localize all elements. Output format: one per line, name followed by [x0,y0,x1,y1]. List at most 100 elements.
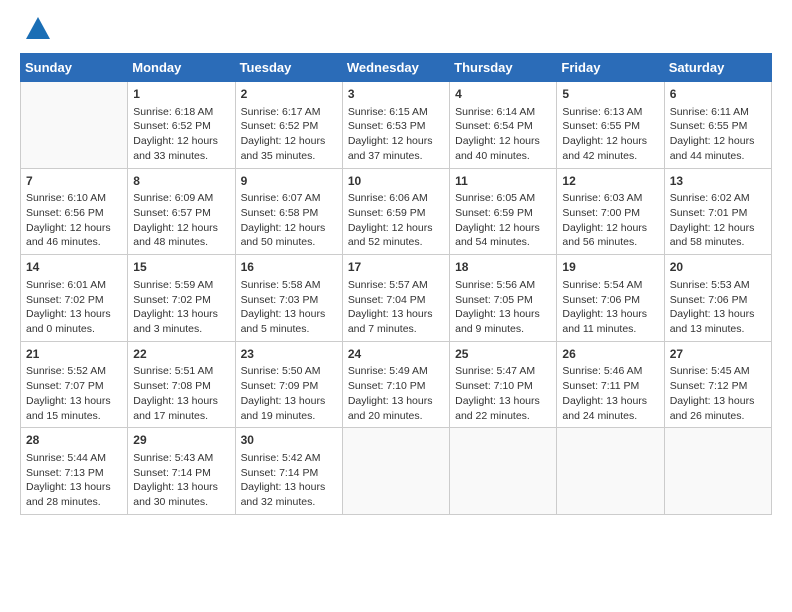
day-info: Sunset: 6:55 PM [562,119,658,134]
day-info: Daylight: 13 hours [562,394,658,409]
calendar-week-row: 21Sunrise: 5:52 AMSunset: 7:07 PMDayligh… [21,341,772,428]
day-info: Sunrise: 6:03 AM [562,191,658,206]
calendar-cell: 25Sunrise: 5:47 AMSunset: 7:10 PMDayligh… [450,341,557,428]
calendar-cell: 8Sunrise: 6:09 AMSunset: 6:57 PMDaylight… [128,168,235,255]
calendar-cell: 22Sunrise: 5:51 AMSunset: 7:08 PMDayligh… [128,341,235,428]
calendar-cell: 16Sunrise: 5:58 AMSunset: 7:03 PMDayligh… [235,255,342,342]
day-info: Daylight: 13 hours [133,480,229,495]
day-info: and 3 minutes. [133,322,229,337]
day-info: Sunrise: 5:42 AM [241,451,337,466]
day-info: Sunrise: 5:44 AM [26,451,122,466]
day-info: Sunrise: 6:07 AM [241,191,337,206]
day-info: Sunrise: 5:56 AM [455,278,551,293]
day-number: 9 [241,173,337,190]
weekday-header-row: SundayMondayTuesdayWednesdayThursdayFrid… [21,54,772,82]
day-info: and 42 minutes. [562,149,658,164]
day-number: 15 [133,259,229,276]
day-number: 1 [133,86,229,103]
day-info: Daylight: 13 hours [455,307,551,322]
day-info: and 28 minutes. [26,495,122,510]
day-info: and 35 minutes. [241,149,337,164]
day-info: Sunset: 7:08 PM [133,379,229,394]
calendar-cell [342,428,449,515]
day-info: and 19 minutes. [241,409,337,424]
day-info: Sunrise: 5:52 AM [26,364,122,379]
day-info: and 48 minutes. [133,235,229,250]
day-number: 28 [26,432,122,449]
day-info: and 7 minutes. [348,322,444,337]
weekday-header: Tuesday [235,54,342,82]
calendar-cell: 19Sunrise: 5:54 AMSunset: 7:06 PMDayligh… [557,255,664,342]
day-number: 16 [241,259,337,276]
day-info: Daylight: 12 hours [562,221,658,236]
day-info: Daylight: 13 hours [241,394,337,409]
day-number: 21 [26,346,122,363]
weekday-header: Wednesday [342,54,449,82]
day-number: 23 [241,346,337,363]
day-info: Daylight: 13 hours [26,480,122,495]
logo-icon [24,15,52,43]
calendar-cell: 7Sunrise: 6:10 AMSunset: 6:56 PMDaylight… [21,168,128,255]
day-number: 24 [348,346,444,363]
calendar-cell [21,82,128,169]
calendar-week-row: 14Sunrise: 6:01 AMSunset: 7:02 PMDayligh… [21,255,772,342]
day-info: Daylight: 13 hours [133,307,229,322]
day-info: and 32 minutes. [241,495,337,510]
day-info: Daylight: 12 hours [241,134,337,149]
day-number: 27 [670,346,766,363]
calendar-table: SundayMondayTuesdayWednesdayThursdayFrid… [20,53,772,515]
day-info: Sunrise: 6:10 AM [26,191,122,206]
day-info: Sunrise: 5:53 AM [670,278,766,293]
day-info: Sunset: 7:14 PM [241,466,337,481]
day-info: Daylight: 13 hours [670,307,766,322]
calendar-cell: 11Sunrise: 6:05 AMSunset: 6:59 PMDayligh… [450,168,557,255]
day-info: Sunset: 7:10 PM [455,379,551,394]
day-info: Daylight: 13 hours [26,307,122,322]
day-info: and 40 minutes. [455,149,551,164]
day-number: 26 [562,346,658,363]
day-info: and 5 minutes. [241,322,337,337]
day-info: and 20 minutes. [348,409,444,424]
day-info: Sunset: 7:01 PM [670,206,766,221]
day-info: Daylight: 13 hours [26,394,122,409]
calendar-cell: 3Sunrise: 6:15 AMSunset: 6:53 PMDaylight… [342,82,449,169]
calendar-cell: 4Sunrise: 6:14 AMSunset: 6:54 PMDaylight… [450,82,557,169]
calendar-cell [450,428,557,515]
calendar-cell: 15Sunrise: 5:59 AMSunset: 7:02 PMDayligh… [128,255,235,342]
day-info: Sunrise: 5:47 AM [455,364,551,379]
day-info: and 44 minutes. [670,149,766,164]
day-info: and 24 minutes. [562,409,658,424]
day-number: 17 [348,259,444,276]
day-number: 30 [241,432,337,449]
calendar-cell: 2Sunrise: 6:17 AMSunset: 6:52 PMDaylight… [235,82,342,169]
day-info: Daylight: 12 hours [455,221,551,236]
calendar-cell [557,428,664,515]
calendar-cell: 23Sunrise: 5:50 AMSunset: 7:09 PMDayligh… [235,341,342,428]
day-info: Sunrise: 5:45 AM [670,364,766,379]
calendar-cell: 13Sunrise: 6:02 AMSunset: 7:01 PMDayligh… [664,168,771,255]
day-number: 13 [670,173,766,190]
weekday-header: Thursday [450,54,557,82]
day-info: Daylight: 12 hours [670,134,766,149]
day-info: and 9 minutes. [455,322,551,337]
day-info: Daylight: 12 hours [26,221,122,236]
day-info: Sunrise: 6:06 AM [348,191,444,206]
day-number: 10 [348,173,444,190]
day-info: Daylight: 12 hours [562,134,658,149]
calendar-cell: 30Sunrise: 5:42 AMSunset: 7:14 PMDayligh… [235,428,342,515]
day-info: and 33 minutes. [133,149,229,164]
day-info: Sunset: 6:53 PM [348,119,444,134]
day-info: Sunrise: 6:17 AM [241,105,337,120]
day-number: 11 [455,173,551,190]
day-info: Sunset: 7:00 PM [562,206,658,221]
calendar-cell: 9Sunrise: 6:07 AMSunset: 6:58 PMDaylight… [235,168,342,255]
calendar-cell: 17Sunrise: 5:57 AMSunset: 7:04 PMDayligh… [342,255,449,342]
day-info: Sunset: 7:06 PM [562,293,658,308]
calendar-cell: 10Sunrise: 6:06 AMSunset: 6:59 PMDayligh… [342,168,449,255]
day-info: and 54 minutes. [455,235,551,250]
calendar-cell: 29Sunrise: 5:43 AMSunset: 7:14 PMDayligh… [128,428,235,515]
day-info: and 22 minutes. [455,409,551,424]
day-info: Sunrise: 5:58 AM [241,278,337,293]
day-info: Sunrise: 6:11 AM [670,105,766,120]
day-number: 20 [670,259,766,276]
